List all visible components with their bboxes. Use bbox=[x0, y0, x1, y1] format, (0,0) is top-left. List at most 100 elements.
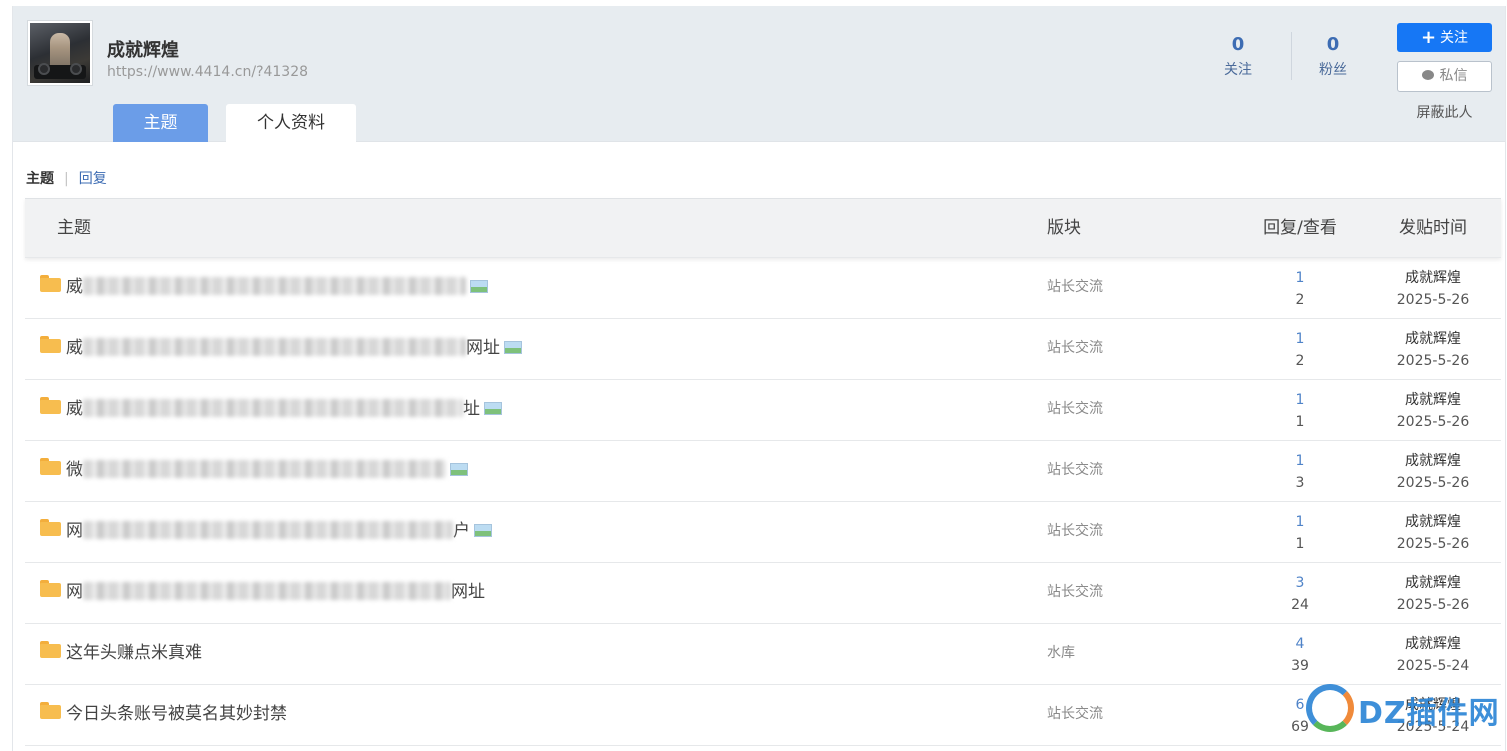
topic-title-start: 威 bbox=[66, 338, 83, 358]
topic-post-info: 成就辉煌 2025-5-26 bbox=[1375, 389, 1491, 433]
topic-title[interactable]: 今日头条账号被莫名其妙封禁 bbox=[66, 685, 287, 743]
topic-forum[interactable]: 站长交流 bbox=[1047, 319, 1103, 377]
topic-title[interactable]: 威 网址 bbox=[66, 319, 522, 377]
table-row: 网户 站长交流 11 成就辉煌 2025-5-26 bbox=[25, 502, 1501, 563]
view-count: 2 bbox=[1295, 353, 1305, 369]
topic-forum[interactable]: 站长交流 bbox=[1047, 258, 1103, 316]
topic-author[interactable]: 成就辉煌 bbox=[1375, 450, 1491, 472]
watermark-logo-icon bbox=[1306, 684, 1354, 732]
image-attachment-icon bbox=[484, 402, 502, 415]
following-count: 0 bbox=[1231, 34, 1245, 55]
topic-forum[interactable]: 站长交流 bbox=[1047, 502, 1103, 560]
subnav-topics[interactable]: 主题 bbox=[26, 171, 54, 187]
fans-stat[interactable]: 0 粉丝 bbox=[1293, 34, 1373, 79]
image-attachment-icon bbox=[504, 341, 522, 354]
image-attachment-icon bbox=[474, 524, 492, 537]
topic-title[interactable]: 威 bbox=[66, 258, 488, 316]
topic-title[interactable]: 威址 bbox=[66, 380, 502, 438]
folder-icon bbox=[40, 580, 61, 597]
block-user-link[interactable]: 屏蔽此人 bbox=[1397, 102, 1492, 122]
topic-forum[interactable]: 水库 bbox=[1047, 624, 1075, 682]
table-row: 这年头赚点米真难 水库 4 39 成就辉煌 2025-5-24 bbox=[25, 624, 1501, 685]
tab-profile[interactable]: 个人资料 bbox=[226, 104, 356, 142]
folder-icon bbox=[40, 702, 61, 719]
topic-author[interactable]: 成就辉煌 bbox=[1375, 572, 1491, 594]
sub-navigation: 主题 | 回复 bbox=[26, 168, 107, 188]
folder-icon bbox=[40, 397, 61, 414]
topic-stats: 12 bbox=[1235, 328, 1365, 372]
avatar-wheel-left bbox=[38, 63, 50, 75]
watermark-text: DZ插件网 bbox=[1358, 696, 1500, 731]
blurred-title-text bbox=[83, 582, 451, 600]
topic-author[interactable]: 成就辉煌 bbox=[1375, 389, 1491, 411]
topic-forum[interactable]: 站长交流 bbox=[1047, 441, 1103, 499]
topic-title[interactable]: 网户 bbox=[66, 502, 492, 560]
profile-header: 成就辉煌 https://www.4414.cn/?41328 0 关注 0 粉… bbox=[13, 6, 1505, 142]
topic-stats: 4 39 bbox=[1235, 633, 1365, 677]
topic-post-info: 成就辉煌 2025-5-26 bbox=[1375, 572, 1491, 616]
follow-button[interactable]: + 关注 bbox=[1397, 23, 1492, 52]
topic-title-start: 网 bbox=[66, 521, 83, 541]
subnav-replies[interactable]: 回复 bbox=[79, 171, 107, 187]
topic-forum[interactable]: 站长交流 bbox=[1047, 380, 1103, 438]
table-header: 主题 版块 回复/查看 发贴时间 bbox=[25, 198, 1501, 258]
topic-title[interactable]: 网 网址 bbox=[66, 563, 485, 621]
topic-author[interactable]: 成就辉煌 bbox=[1375, 328, 1491, 350]
table-body: 威 站长交流 12 成就辉煌 2025-5-26 威网址 站长交流 12 成就辉煌… bbox=[25, 258, 1501, 746]
topic-title[interactable]: 微 bbox=[66, 441, 468, 499]
topic-title[interactable]: 这年头赚点米真难 bbox=[66, 624, 202, 682]
chat-bubble-icon bbox=[1421, 70, 1434, 80]
table-row: 网网址 站长交流 3 24 成就辉煌 2025-5-26 bbox=[25, 563, 1501, 624]
reply-count: 1 bbox=[1295, 270, 1305, 286]
folder-icon bbox=[40, 519, 61, 536]
table-row: 威 站长交流 12 成就辉煌 2025-5-26 bbox=[25, 258, 1501, 319]
username: 成就辉煌 bbox=[107, 40, 179, 61]
topic-forum[interactable]: 站长交流 bbox=[1047, 685, 1103, 743]
follow-button-label: 关注 bbox=[1440, 30, 1469, 46]
reply-count: 4 bbox=[1295, 636, 1305, 652]
topic-date: 2025-5-26 bbox=[1396, 292, 1470, 308]
topic-author[interactable]: 成就辉煌 bbox=[1375, 511, 1491, 533]
topic-title-start: 微 bbox=[66, 460, 83, 480]
topic-post-info: 成就辉煌 2025-5-26 bbox=[1375, 267, 1491, 311]
topic-date: 2025-5-26 bbox=[1396, 536, 1470, 552]
image-attachment-icon bbox=[470, 280, 488, 293]
topic-title-end: 网址 bbox=[451, 582, 485, 602]
private-message-label: 私信 bbox=[1439, 68, 1468, 84]
avatar[interactable] bbox=[28, 21, 92, 85]
topic-author[interactable]: 成就辉煌 bbox=[1375, 267, 1491, 289]
view-count: 39 bbox=[1291, 658, 1309, 674]
topic-title-start: 威 bbox=[66, 399, 83, 419]
profile-page: 成就辉煌 https://www.4414.cn/?41328 0 关注 0 粉… bbox=[12, 6, 1506, 751]
topic-title-start: 网 bbox=[66, 582, 83, 602]
reply-count: 1 bbox=[1295, 514, 1305, 530]
topic-forum[interactable]: 站长交流 bbox=[1047, 563, 1103, 621]
following-label: 关注 bbox=[1224, 62, 1252, 78]
table-row: 今日头条账号被莫名其妙封禁 站长交流 6 69 成就辉煌 2025-5-24 bbox=[25, 685, 1501, 746]
header-topic: 主题 bbox=[57, 218, 91, 238]
following-stat[interactable]: 0 关注 bbox=[1198, 34, 1278, 79]
stat-divider bbox=[1291, 32, 1292, 80]
fans-count: 0 bbox=[1326, 34, 1340, 55]
private-message-button[interactable]: 私信 bbox=[1397, 61, 1492, 92]
topic-post-info: 成就辉煌 2025-5-24 bbox=[1375, 633, 1491, 677]
topic-date: 2025-5-26 bbox=[1396, 597, 1470, 613]
view-count: 1 bbox=[1295, 414, 1305, 430]
reply-count: 1 bbox=[1295, 453, 1305, 469]
topic-stats: 11 bbox=[1235, 389, 1365, 433]
topics-table: 主题 版块 回复/查看 发贴时间 威 站长交流 12 成就辉煌 2025-5-26… bbox=[25, 198, 1501, 746]
blurred-title-text bbox=[83, 399, 463, 417]
topic-title-end: 网址 bbox=[466, 338, 500, 358]
topic-date: 2025-5-26 bbox=[1396, 353, 1470, 369]
topic-author[interactable]: 成就辉煌 bbox=[1375, 633, 1491, 655]
view-count: 3 bbox=[1295, 475, 1305, 491]
plus-icon: + bbox=[1420, 27, 1437, 48]
tab-topics[interactable]: 主题 bbox=[113, 104, 208, 142]
blurred-title-text bbox=[83, 277, 466, 295]
user-url[interactable]: https://www.4414.cn/?41328 bbox=[107, 64, 308, 80]
topic-title-end: 户 bbox=[453, 521, 470, 541]
table-row: 威址 站长交流 11 成就辉煌 2025-5-26 bbox=[25, 380, 1501, 441]
table-row: 微 站长交流 13 成就辉煌 2025-5-26 bbox=[25, 441, 1501, 502]
header-replies-views: 回复/查看 bbox=[1263, 218, 1337, 238]
folder-icon bbox=[40, 336, 61, 353]
